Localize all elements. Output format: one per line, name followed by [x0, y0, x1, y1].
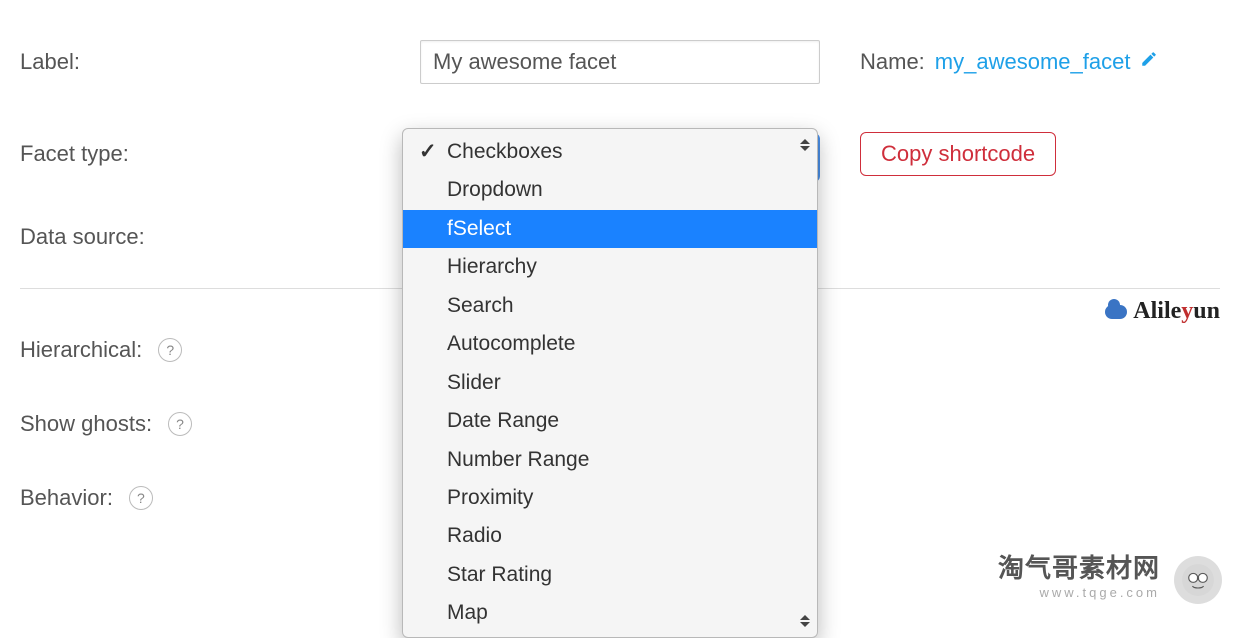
- behavior-label: Behavior:: [20, 485, 113, 511]
- copy-shortcode-area: Copy shortcode: [860, 132, 1056, 176]
- pencil-icon[interactable]: [1140, 50, 1158, 74]
- dropdown-option[interactable]: Number Range: [403, 441, 817, 479]
- label-label: Label:: [20, 49, 420, 75]
- row-label: Label: Name: my_awesome_facet: [20, 40, 1220, 84]
- dropdown-option[interactable]: Checkboxes: [403, 133, 817, 171]
- dropdown-option[interactable]: Dropdown: [403, 171, 817, 209]
- help-icon[interactable]: ?: [129, 486, 153, 510]
- help-icon[interactable]: ?: [168, 412, 192, 436]
- dropdown-option[interactable]: Date Range: [403, 402, 817, 440]
- facet-type-dropdown[interactable]: CheckboxesDropdownfSelectHierarchySearch…: [402, 128, 818, 638]
- watermark-tqge: 淘气哥素材网 www.tqge.com: [998, 548, 1160, 600]
- help-icon[interactable]: ?: [158, 338, 182, 362]
- hierarchical-label: Hierarchical:: [20, 337, 142, 363]
- watermark-alileyun: Alileyun: [1105, 298, 1220, 325]
- label-input-wrapper: [420, 40, 820, 84]
- dropdown-option[interactable]: Search: [403, 287, 817, 325]
- dropdown-option[interactable]: Hierarchy: [403, 248, 817, 286]
- dropdown-option[interactable]: Slider: [403, 364, 817, 402]
- dropdown-option[interactable]: Radio: [403, 517, 817, 555]
- name-area: Name: my_awesome_facet: [860, 49, 1158, 75]
- cloud-icon: [1105, 305, 1127, 319]
- dropdown-option[interactable]: Proximity: [403, 479, 817, 517]
- dropdown-option[interactable]: Star Rating: [403, 556, 817, 594]
- name-value[interactable]: my_awesome_facet: [935, 49, 1131, 75]
- data-source-label: Data source:: [20, 224, 420, 250]
- show-ghosts-label: Show ghosts:: [20, 411, 152, 437]
- dropdown-option[interactable]: Autocomplete: [403, 325, 817, 363]
- copy-shortcode-button[interactable]: Copy shortcode: [860, 132, 1056, 176]
- name-label: Name:: [860, 49, 925, 75]
- dropdown-option[interactable]: Map: [403, 594, 817, 632]
- facet-type-label: Facet type:: [20, 141, 420, 167]
- watermark-avatar-icon: [1174, 556, 1222, 604]
- label-input[interactable]: [420, 40, 820, 84]
- dropdown-option[interactable]: fSelect: [403, 210, 817, 248]
